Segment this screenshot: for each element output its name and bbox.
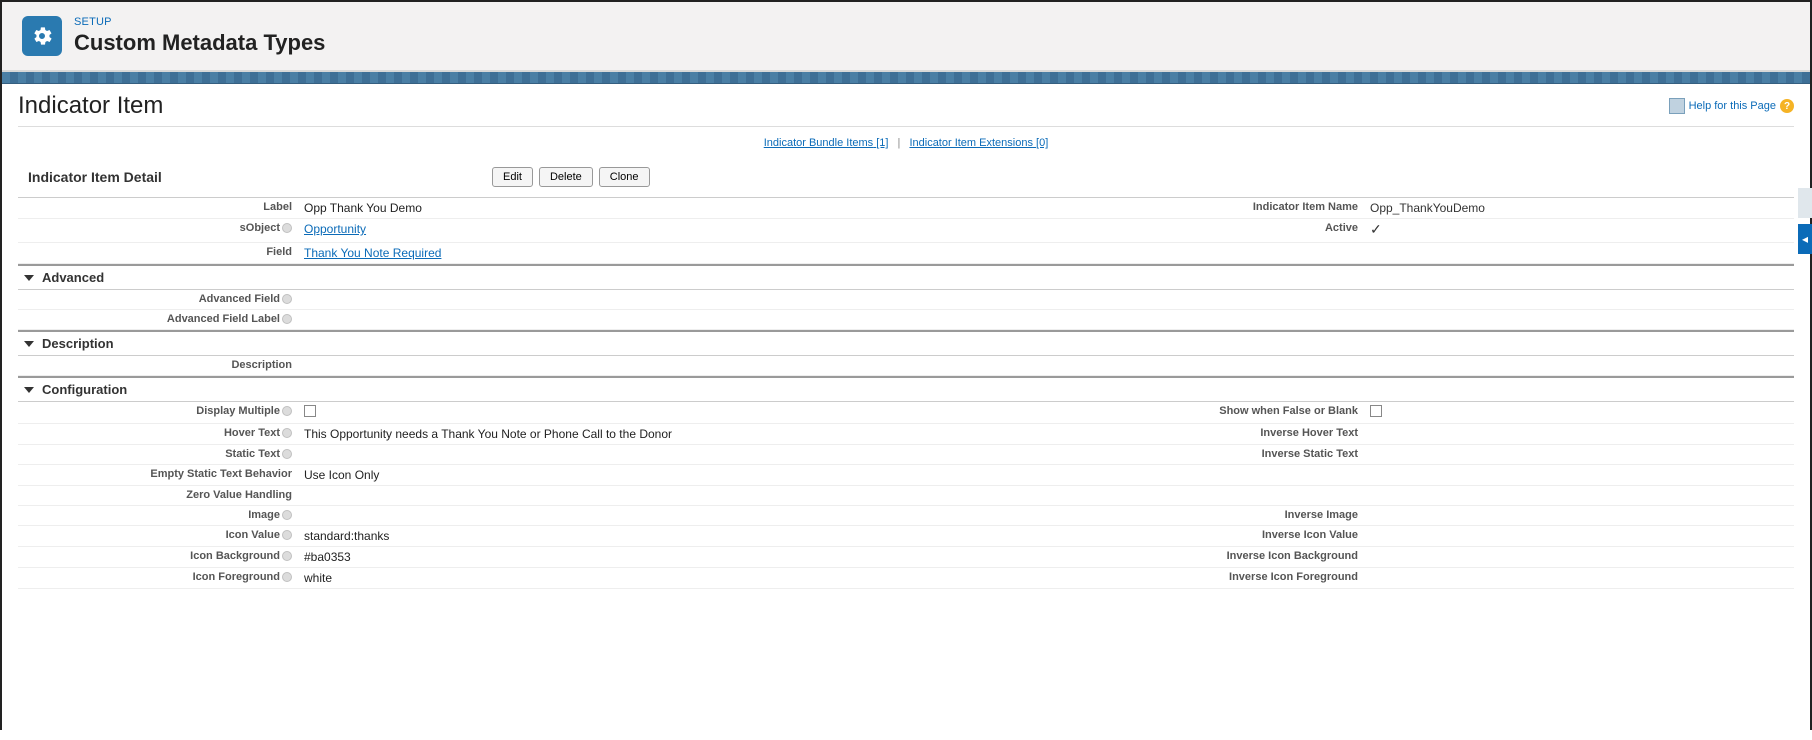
inverse-icon-foreground-label: Inverse Icon Foreground: [1084, 568, 1364, 588]
icon-value-label: Icon Value: [18, 526, 298, 546]
question-icon: ?: [1780, 99, 1794, 113]
empty-static-text-behavior-value: Use Icon Only: [298, 465, 1084, 485]
help-icon[interactable]: [282, 294, 292, 304]
help-icon[interactable]: [282, 428, 292, 438]
delete-button[interactable]: Delete: [539, 167, 593, 187]
empty-static-text-behavior-label: Empty Static Text Behavior: [18, 465, 298, 485]
field-field-value: Thank You Note Required: [298, 243, 1084, 263]
section-description-header[interactable]: Description: [18, 330, 1794, 356]
field-field-label: Field: [18, 243, 298, 263]
image-label: Image: [18, 506, 298, 525]
help-icon[interactable]: [282, 406, 292, 416]
decorative-strip: [2, 72, 1810, 84]
hover-text-value: This Opportunity needs a Thank You Note …: [298, 424, 1084, 444]
chevron-down-icon: [24, 341, 34, 347]
section-advanced-header[interactable]: Advanced: [18, 264, 1794, 290]
icon-foreground-label: Icon Foreground: [18, 568, 298, 588]
field-link[interactable]: Thank You Note Required: [304, 246, 441, 260]
check-icon: ✓: [1370, 223, 1382, 238]
chevron-down-icon: [24, 387, 34, 393]
detail-section-title: Indicator Item Detail: [28, 169, 468, 185]
clone-button[interactable]: Clone: [599, 167, 650, 187]
field-indicator-item-name-value: Opp_ThankYouDemo: [1364, 198, 1794, 218]
indicator-item-extensions-link[interactable]: Indicator Item Extensions [0]: [909, 137, 1048, 149]
setup-header: SETUP Custom Metadata Types: [2, 2, 1810, 72]
display-multiple-label: Display Multiple: [18, 402, 298, 423]
help-page-icon: [1669, 98, 1685, 114]
indicator-bundle-items-link[interactable]: Indicator Bundle Items [1]: [764, 137, 889, 149]
description-label: Description: [18, 356, 298, 375]
header-text: SETUP Custom Metadata Types: [74, 16, 325, 56]
related-links: Indicator Bundle Items [1] | Indicator I…: [18, 127, 1794, 163]
help-icon[interactable]: [282, 223, 292, 233]
icon-background-value: #ba0353: [298, 547, 1084, 567]
inverse-icon-background-label: Inverse Icon Background: [1084, 547, 1364, 567]
help-icon[interactable]: [282, 572, 292, 582]
side-panel-toggle[interactable]: ◂: [1798, 224, 1812, 254]
inverse-icon-value-label: Inverse Icon Value: [1084, 526, 1364, 546]
help-icon[interactable]: [282, 449, 292, 459]
field-label-label: Label: [18, 198, 298, 218]
advanced-field-label: Advanced Field: [18, 290, 298, 309]
display-multiple-value: [298, 402, 1084, 423]
help-label: Help for this Page: [1689, 100, 1776, 112]
help-icon[interactable]: [282, 530, 292, 540]
header-title: Custom Metadata Types: [74, 30, 325, 56]
inverse-hover-text-label: Inverse Hover Text: [1084, 424, 1364, 444]
field-label-value: Opp Thank You Demo: [298, 198, 1084, 218]
chevron-down-icon: [24, 275, 34, 281]
help-for-this-page-link[interactable]: Help for this Page ?: [1669, 98, 1794, 114]
show-when-false-value: [1364, 402, 1794, 423]
field-active-label: Active: [1084, 219, 1364, 242]
section-configuration-header[interactable]: Configuration: [18, 376, 1794, 402]
inverse-image-label: Inverse Image: [1084, 506, 1364, 525]
sobject-link[interactable]: Opportunity: [304, 222, 366, 236]
inverse-static-text-label: Inverse Static Text: [1084, 445, 1364, 464]
icon-value-value: standard:thanks: [298, 526, 1084, 546]
field-indicator-item-name-label: Indicator Item Name: [1084, 198, 1364, 218]
page-title: Indicator Item: [18, 92, 163, 120]
advanced-field-label-label: Advanced Field Label: [18, 310, 298, 329]
header-eyebrow: SETUP: [74, 16, 325, 28]
field-active-value: ✓: [1364, 219, 1794, 242]
gear-icon: [22, 16, 62, 56]
help-icon[interactable]: [282, 510, 292, 520]
hover-text-label: Hover Text: [18, 424, 298, 444]
zero-value-handling-label: Zero Value Handling: [18, 486, 298, 505]
icon-background-label: Icon Background: [18, 547, 298, 567]
unchecked-checkbox-icon: [1370, 405, 1382, 417]
chevron-left-icon: ◂: [1802, 232, 1808, 246]
help-icon[interactable]: [282, 551, 292, 561]
show-when-false-label: Show when False or Blank: [1084, 402, 1364, 423]
unchecked-checkbox-icon: [304, 405, 316, 417]
help-icon[interactable]: [282, 314, 292, 324]
edit-button[interactable]: Edit: [492, 167, 533, 187]
static-text-label: Static Text: [18, 445, 298, 464]
side-panel-ghost: [1798, 188, 1812, 218]
field-sobject-label: sObject: [18, 219, 298, 242]
icon-foreground-value: white: [298, 568, 1084, 588]
field-sobject-value: Opportunity: [298, 219, 1084, 242]
